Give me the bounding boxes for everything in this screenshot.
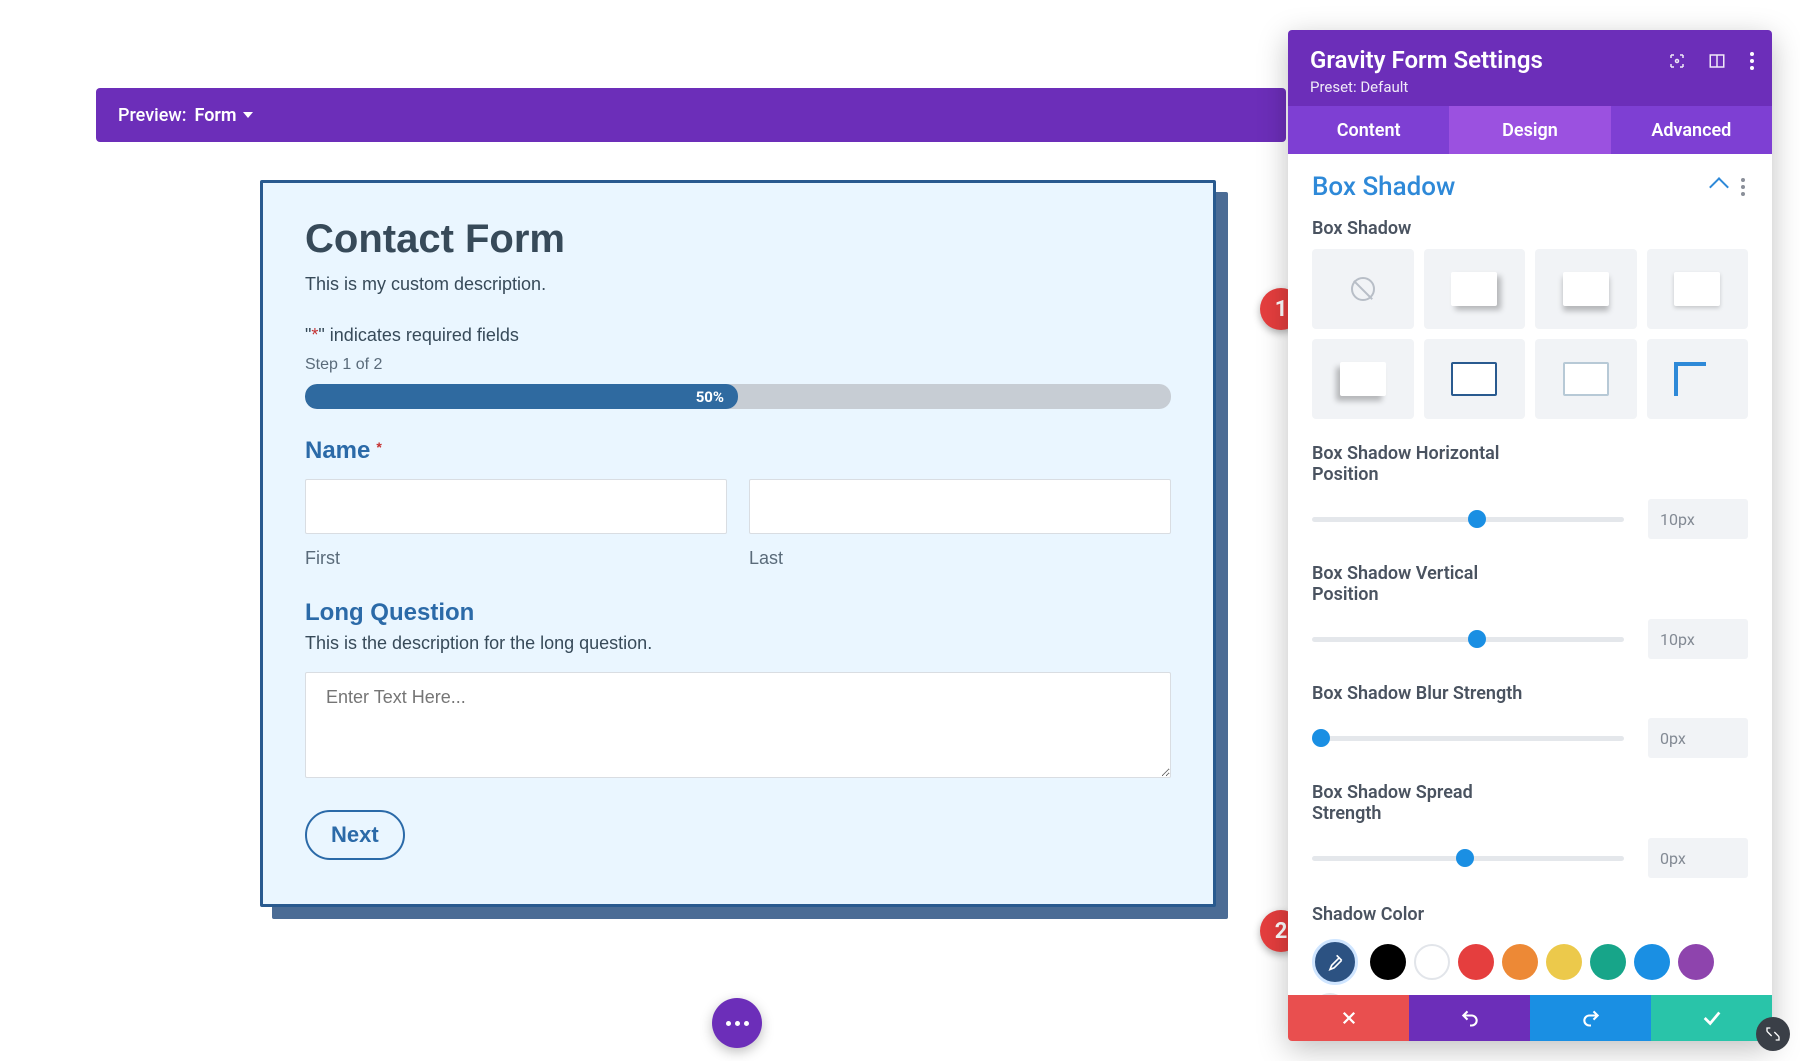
box-shadow-preset-grid: [1312, 249, 1748, 419]
color-swatch-black[interactable]: [1370, 944, 1406, 980]
color-swatch-row: [1312, 939, 1748, 995]
name-field-label: Name *: [305, 437, 1171, 465]
name-label-text: Name: [305, 437, 370, 465]
cancel-button[interactable]: [1288, 995, 1409, 1041]
tab-design[interactable]: Design: [1449, 106, 1610, 154]
preset-none[interactable]: [1312, 249, 1414, 329]
preview-value-dropdown[interactable]: Form: [194, 105, 252, 126]
last-name-sublabel: Last: [749, 548, 1171, 569]
spread-value[interactable]: 0px: [1648, 838, 1748, 878]
tab-content[interactable]: Content: [1288, 106, 1449, 154]
first-name-input[interactable]: [305, 479, 727, 534]
required-star-icon: *: [376, 439, 381, 455]
preset-shadow-sm[interactable]: [1647, 249, 1749, 329]
close-icon: [1340, 1009, 1358, 1027]
more-vert-icon[interactable]: [1750, 59, 1754, 63]
required-quote-rest: " indicates required fields: [318, 325, 519, 345]
vpos-slider[interactable]: [1312, 637, 1624, 642]
preview-value-text: Form: [194, 105, 236, 126]
long-question-label: Long Question: [305, 599, 1171, 627]
long-question-description: This is the description for the long que…: [305, 633, 1171, 654]
color-swatch-none[interactable]: [1312, 993, 1348, 995]
check-icon: [1701, 1007, 1723, 1029]
step-indicator: Step 1 of 2: [305, 356, 1171, 374]
vpos-label: Box Shadow Vertical Position: [1312, 563, 1532, 605]
fab-more-button[interactable]: [712, 998, 762, 1048]
panel-resize-handle[interactable]: [1756, 1017, 1790, 1051]
section-more-icon[interactable]: [1741, 185, 1745, 189]
form-card: Contact Form This is my custom descripti…: [260, 180, 1216, 907]
form-title: Contact Form: [305, 217, 1171, 262]
color-swatch-purple[interactable]: [1678, 944, 1714, 980]
undo-button[interactable]: [1409, 995, 1530, 1041]
preset-shadow-tl-line[interactable]: [1647, 339, 1749, 419]
tab-advanced[interactable]: Advanced: [1611, 106, 1772, 154]
progress-text: 50%: [696, 388, 724, 406]
shadow-color-label: Shadow Color: [1312, 904, 1748, 925]
blur-control: Box Shadow Blur Strength 0px: [1312, 683, 1748, 758]
layout-columns-icon[interactable]: [1708, 52, 1726, 70]
required-legend: "*" indicates required fields: [305, 325, 1171, 346]
section-title[interactable]: Box Shadow: [1312, 172, 1455, 202]
color-swatch-yellow[interactable]: [1546, 944, 1582, 980]
long-question-textarea[interactable]: [305, 672, 1171, 778]
color-swatch-blue[interactable]: [1634, 944, 1670, 980]
progress-fill: 50%: [305, 384, 738, 409]
eyedropper-icon: [1325, 952, 1345, 972]
next-button[interactable]: Next: [305, 810, 405, 860]
chevron-down-icon: [243, 112, 253, 118]
panel-header: Gravity Form Settings Preset: Default: [1288, 30, 1772, 106]
spread-control: Box Shadow Spread Strength 0px: [1312, 782, 1748, 878]
hpos-label: Box Shadow Horizontal Position: [1312, 443, 1532, 485]
collapse-section-icon[interactable]: [1709, 177, 1729, 197]
color-swatch-teal[interactable]: [1590, 944, 1626, 980]
preset-shadow-bl[interactable]: [1312, 339, 1414, 419]
redo-icon: [1581, 1008, 1601, 1028]
box-shadow-presets-label: Box Shadow: [1312, 218, 1748, 239]
spread-label: Box Shadow Spread Strength: [1312, 782, 1532, 824]
spread-slider[interactable]: [1312, 856, 1624, 861]
vpos-control: Box Shadow Vertical Position 10px: [1312, 563, 1748, 659]
panel-preset-dropdown[interactable]: Preset: Default: [1310, 78, 1414, 96]
form-preview: Contact Form This is my custom descripti…: [260, 180, 1216, 907]
color-swatch-red[interactable]: [1458, 944, 1494, 980]
hpos-control: Box Shadow Horizontal Position 10px: [1312, 443, 1748, 539]
form-description: This is my custom description.: [305, 274, 1171, 295]
panel-tabs: Content Design Advanced: [1288, 106, 1772, 154]
preset-shadow-br[interactable]: [1424, 249, 1526, 329]
preview-label: Preview:: [118, 105, 186, 126]
hpos-slider[interactable]: [1312, 517, 1624, 522]
preset-shadow-b[interactable]: [1535, 249, 1637, 329]
expand-icon: [1765, 1026, 1781, 1042]
blur-slider[interactable]: [1312, 736, 1624, 741]
progress-bar: 50%: [305, 384, 1171, 409]
focus-icon[interactable]: [1668, 52, 1686, 70]
undo-icon: [1460, 1008, 1480, 1028]
color-swatch-white[interactable]: [1414, 944, 1450, 980]
preset-shadow-inset[interactable]: [1535, 339, 1637, 419]
panel-preset-text: Preset: Default: [1310, 78, 1408, 96]
blur-value[interactable]: 0px: [1648, 718, 1748, 758]
hpos-value[interactable]: 10px: [1648, 499, 1748, 539]
shadow-color-control: Shadow Color Saved Global Recent: [1312, 904, 1748, 995]
first-name-sublabel: First: [305, 548, 727, 569]
confirm-button[interactable]: [1651, 995, 1772, 1041]
last-name-input[interactable]: [749, 479, 1171, 534]
panel-footer: [1288, 995, 1772, 1041]
preset-shadow-outline[interactable]: [1424, 339, 1526, 419]
panel-body[interactable]: Box Shadow Box Shadow Box Shadow Horizon…: [1288, 154, 1772, 995]
preview-bar: Preview: Form: [96, 88, 1286, 142]
vpos-value[interactable]: 10px: [1648, 619, 1748, 659]
redo-button[interactable]: [1530, 995, 1651, 1041]
settings-panel: Gravity Form Settings Preset: Default Co…: [1288, 30, 1772, 1041]
eyedropper-button[interactable]: [1312, 939, 1358, 985]
color-swatch-orange[interactable]: [1502, 944, 1538, 980]
blur-label: Box Shadow Blur Strength: [1312, 683, 1532, 704]
